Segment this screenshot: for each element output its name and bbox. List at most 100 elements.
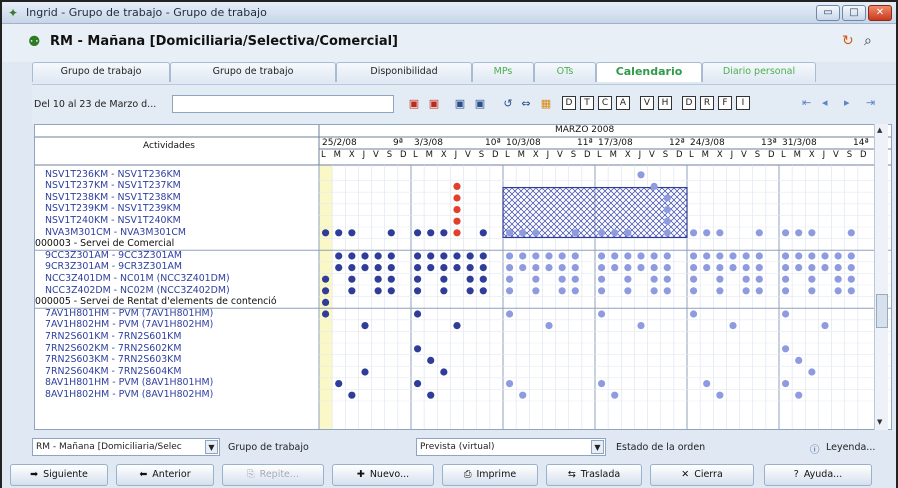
schedule-dot	[519, 229, 527, 237]
calendar-icon-1[interactable]: ▣	[406, 95, 422, 112]
close-button[interactable]: ✕	[868, 5, 892, 21]
schedule-dot	[505, 380, 514, 388]
legend-link[interactable]: Leyenda...	[826, 442, 875, 453]
undo-icon[interactable]: ↺	[500, 95, 516, 112]
tab-5[interactable]: Calendario	[596, 62, 702, 82]
order-state-select[interactable]: Prevista (virtual) ▼	[416, 438, 606, 456]
calendar-icon-3[interactable]: ▣	[452, 95, 468, 112]
binoculars-icon[interactable]: ⌕	[864, 33, 872, 49]
button-label-3: Nuevo...	[369, 469, 410, 480]
button-0[interactable]: ➡ Siguiente	[10, 464, 108, 486]
activity-label[interactable]: NCC3Z402DM - NC02M (NCC3Z402DM)	[45, 285, 230, 296]
tab-2[interactable]: Disponibilidad	[336, 62, 472, 82]
activity-label[interactable]: NVA3M301CM - NVA3M301CM	[45, 227, 186, 238]
schedule-dot	[795, 229, 803, 237]
filter-r-button[interactable]: R	[700, 96, 714, 110]
schedule-dot	[440, 229, 448, 237]
schedule-dot	[781, 264, 790, 272]
activity-label[interactable]: NSV1T237KM - NSV1T237KM	[45, 180, 181, 191]
schedule-dot	[781, 310, 790, 318]
button-3[interactable]: ✚ Nuevo...	[332, 464, 434, 486]
calendar-grid[interactable]: Actividades MARZO 2008 NSV1T236KM - NSV1…	[34, 124, 892, 430]
schedule-dot	[335, 380, 343, 388]
info-icon[interactable]: ⓘ	[810, 442, 820, 456]
section-header[interactable]: 000003 - Servei de Comercial	[35, 238, 174, 249]
chevron-down-icon[interactable]: ▼	[205, 440, 218, 454]
tab-1[interactable]: Grupo de trabajo	[170, 62, 336, 82]
activity-label[interactable]: 8AV1H801HM - PVM (8AV1H801HM)	[45, 377, 213, 388]
tab-3[interactable]: MPs	[472, 62, 534, 82]
date-range-input[interactable]	[172, 95, 394, 113]
first-icon[interactable]: ⇤	[802, 96, 811, 109]
activity-label[interactable]: 9CC3Z301AM - 9CC3Z301AM	[45, 250, 182, 261]
schedule-dot	[453, 229, 461, 237]
schedule-dot	[703, 252, 711, 260]
activity-label[interactable]: NSV1T236KM - NSV1T236KM	[45, 169, 181, 180]
activity-label[interactable]: 7AV1H802HM - PVM (7AV1H802HM)	[45, 319, 213, 330]
filter-a-button[interactable]: A	[616, 96, 630, 110]
refresh-icon[interactable]: ↻	[842, 33, 854, 49]
activity-label[interactable]: 7RN2S603KM - 7RN2S603KM	[45, 354, 181, 365]
schedule-dot	[729, 264, 737, 272]
schedule-dot	[532, 229, 540, 237]
prev-icon[interactable]: ◂	[822, 96, 828, 109]
schedule-dot	[781, 229, 790, 237]
button-icon-1: ⬅	[139, 469, 148, 480]
scroll-down-icon[interactable]: ▼	[877, 418, 882, 426]
button-1[interactable]: ⬅ Anterior	[116, 464, 214, 486]
button-4[interactable]: ⎙ Imprime	[442, 464, 538, 486]
schedule-dot	[413, 252, 422, 260]
schedule-dot	[755, 229, 763, 237]
activity-label[interactable]: 7RN2S601KM - 7RN2S601KM	[45, 331, 181, 342]
group-select[interactable]: RM - Mañana [Domiciliaria/Selec ▼	[32, 438, 220, 456]
button-6[interactable]: ✕ Cierra	[650, 464, 754, 486]
tab-6[interactable]: Diario personal	[702, 62, 816, 82]
activity-label[interactable]: NSV1T239KM - NSV1T239KM	[45, 203, 181, 214]
filter-t-button[interactable]: T	[580, 96, 594, 110]
calendar-icon-2[interactable]: ▣	[426, 95, 442, 112]
filter-f-button[interactable]: F	[718, 96, 732, 110]
filter-d-button[interactable]: D	[562, 96, 576, 110]
scroll-thumb[interactable]	[876, 294, 888, 328]
schedule-dot	[519, 391, 527, 399]
button-7[interactable]: ? Ayuda...	[764, 464, 872, 486]
scroll-up-icon[interactable]: ▲	[877, 126, 882, 134]
activity-label[interactable]: 9CR3Z301AM - 9CR3Z301AM	[45, 261, 182, 272]
maximize-button[interactable]: □	[842, 5, 866, 21]
schedule-dot	[505, 252, 514, 260]
tab-0[interactable]: Grupo de trabajo	[32, 62, 170, 82]
filter-v-button[interactable]: V	[640, 96, 654, 110]
tab-4[interactable]: OTs	[534, 62, 596, 82]
calendar-icon-4[interactable]: ▣	[472, 95, 488, 112]
calendar-today-icon[interactable]: ▦	[538, 95, 554, 112]
activity-label[interactable]: 7RN2S602KM - 7RN2S602KM	[45, 343, 181, 354]
schedule-dot	[335, 264, 343, 272]
minimize-button[interactable]: ▭	[816, 5, 840, 21]
next-icon[interactable]: ▸	[844, 96, 850, 109]
activity-label[interactable]: 7RN2S604KM - 7RN2S604KM	[45, 366, 181, 377]
section-header[interactable]: 000005 - Servei de Rentat d'elements de …	[35, 296, 277, 307]
activity-label[interactable]: NCC3Z401DM - NC01M (NCC3Z401DM)	[45, 273, 230, 284]
filter-c-button[interactable]: C	[598, 96, 612, 110]
schedule-dot	[821, 252, 829, 260]
filter-d2-button[interactable]: D	[682, 96, 696, 110]
filter-i-button[interactable]: I	[736, 96, 750, 110]
chevron-down-icon[interactable]: ▼	[591, 440, 604, 454]
schedule-dot	[413, 345, 422, 353]
schedule-dot	[374, 287, 382, 295]
filter-h-button[interactable]: H	[658, 96, 672, 110]
activity-label[interactable]: 7AV1H801HM - PVM (7AV1H801HM)	[45, 308, 213, 319]
button-icon-3: ✚	[356, 469, 365, 480]
schedule-dot	[650, 287, 658, 295]
schedule-dot	[374, 275, 382, 283]
fit-width-icon[interactable]: ⇔	[518, 95, 534, 112]
last-icon[interactable]: ⇥	[866, 96, 875, 109]
activity-label[interactable]: 8AV1H802HM - PVM (8AV1H802HM)	[45, 389, 213, 400]
activity-label[interactable]: NSV1T238KM - NSV1T238KM	[45, 192, 181, 203]
month-label: MARZO 2008	[555, 125, 615, 135]
activity-label[interactable]: NSV1T240KM - NSV1T240KM	[45, 215, 181, 226]
vertical-scrollbar[interactable]: ▲ ▼	[874, 124, 888, 430]
button-2[interactable]: ⎘ Repite...	[222, 464, 324, 486]
schedule-dot	[729, 252, 737, 260]
button-5[interactable]: ⇆ Traslada	[546, 464, 642, 486]
